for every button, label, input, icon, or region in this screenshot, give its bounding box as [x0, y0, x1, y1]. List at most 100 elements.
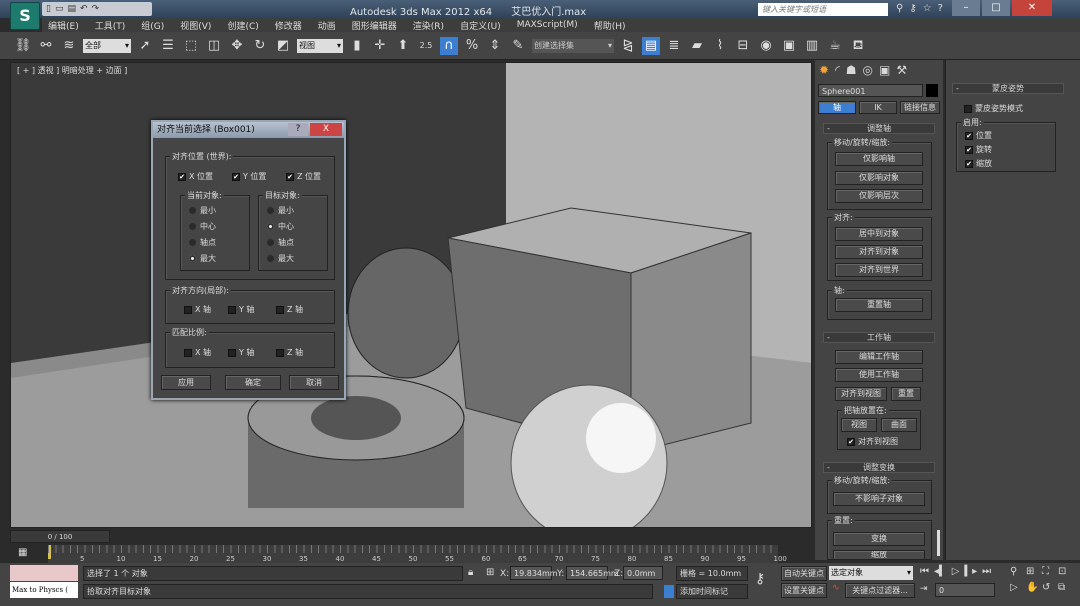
panel-scrollbar[interactable]: [937, 530, 940, 556]
close-button[interactable]: ✕: [1012, 0, 1052, 16]
select-by-name-icon[interactable]: ☰: [159, 37, 177, 55]
rollout-adjust-pivot[interactable]: - 调整轴: [823, 123, 935, 134]
place-view-button[interactable]: 视图: [841, 418, 877, 432]
zoom-icon[interactable]: ⚲: [1010, 566, 1026, 577]
dont-affect-children-button[interactable]: 不影响子对象: [833, 492, 925, 506]
minimize-button[interactable]: –: [952, 0, 980, 16]
key-mode-dropdown[interactable]: 选定对象: [829, 566, 913, 580]
center-to-object-button[interactable]: 居中到对象: [835, 227, 923, 241]
reset-working-pivot-button[interactable]: 重置: [891, 387, 921, 401]
current-max-radio[interactable]: 最大: [189, 253, 216, 264]
maximize-button[interactable]: □: [982, 0, 1010, 16]
tab-link-info[interactable]: 链接信息: [900, 101, 940, 114]
fov-icon[interactable]: ▷: [1010, 582, 1026, 593]
menu-create[interactable]: 创建(C): [227, 19, 258, 32]
bind-spacewarp-icon[interactable]: ≋: [60, 37, 78, 55]
align-to-object-button[interactable]: 对齐到对象: [835, 245, 923, 259]
timeline-ruler[interactable]: 5 10 15 20 25 30 35 40 45 50 55 60 65 70 75 80 85 90 95 100: [48, 545, 787, 563]
open-icon[interactable]: ▭: [55, 4, 64, 14]
favorites-icon[interactable]: ☆: [923, 3, 932, 14]
angle-snap-icon[interactable]: ∩: [440, 36, 458, 55]
scale-icon[interactable]: ◩: [274, 37, 292, 55]
rect-selection-icon[interactable]: ⬚: [182, 37, 200, 55]
z-coordinate[interactable]: 0.0mm: [623, 566, 663, 580]
schematic-view-icon[interactable]: ⊟: [734, 37, 752, 55]
prev-frame-icon[interactable]: ◂▍: [934, 566, 947, 577]
percent-snap-icon[interactable]: %: [463, 37, 481, 55]
reset-scale-button[interactable]: 缩放: [833, 550, 925, 560]
menu-animation[interactable]: 动画: [318, 19, 336, 32]
target-pivot-radio[interactable]: 轴点: [267, 237, 294, 248]
menu-customize[interactable]: 自定义(U): [460, 19, 501, 32]
pan-icon[interactable]: ✋: [1026, 582, 1042, 593]
zoom-extents-icon[interactable]: ⛶: [1042, 566, 1058, 577]
scale-checkbox[interactable]: ✔ 缩放: [965, 158, 992, 169]
object-color-swatch[interactable]: [926, 84, 938, 97]
edit-named-selection-icon[interactable]: ✎: [509, 37, 527, 55]
material-editor-icon[interactable]: ◉: [757, 37, 775, 55]
play-icon[interactable]: ▷: [952, 566, 960, 577]
layer-manager-icon[interactable]: ≣: [665, 37, 683, 55]
next-frame-icon[interactable]: ▍▸: [964, 566, 977, 577]
render-setup-icon[interactable]: ▣: [780, 37, 798, 55]
orient-x-checkbox[interactable]: X 轴: [184, 304, 211, 315]
menu-edit[interactable]: 编辑(E): [48, 19, 79, 32]
apply-button[interactable]: 应用: [161, 375, 211, 390]
rollout-adjust-transform[interactable]: - 调整变换: [823, 462, 935, 473]
utilities-tab-icon[interactable]: ⚒: [896, 63, 907, 77]
target-max-radio[interactable]: 最大: [267, 253, 294, 264]
display-tab-icon[interactable]: ▣: [879, 63, 890, 77]
time-slider[interactable]: 0 / 100: [10, 530, 110, 543]
select-manipulate-icon[interactable]: ✛: [371, 37, 389, 55]
menu-group[interactable]: 组(G): [141, 19, 164, 32]
render-icon[interactable]: ☕: [826, 37, 844, 55]
save-icon[interactable]: ▤: [67, 4, 76, 14]
help-button[interactable]: ?: [288, 123, 308, 136]
search-input[interactable]: 键入关键字或短语: [758, 3, 888, 16]
graphite-icon[interactable]: ▰: [688, 37, 706, 55]
align-to-view-checkbox[interactable]: ✔ 对齐到视图: [847, 436, 898, 447]
pivot-center-icon[interactable]: ▮: [348, 37, 366, 55]
link-icon[interactable]: ⛓: [14, 37, 32, 55]
x-coordinate[interactable]: 19.834mm: [510, 566, 558, 580]
window-crossing-icon[interactable]: ◫: [205, 37, 223, 55]
lock-icon[interactable]: 🔒︎: [468, 567, 473, 578]
rollout-skin-pose[interactable]: - 蒙皮姿势: [952, 83, 1064, 94]
render-iterative-icon[interactable]: ⛾: [849, 37, 867, 55]
auto-key-button[interactable]: 自动关键点: [781, 566, 827, 581]
position-checkbox[interactable]: ✔ 位置: [965, 130, 992, 141]
snaps-toggle[interactable]: 2.5: [417, 37, 435, 55]
current-min-radio[interactable]: 最小: [189, 205, 216, 216]
mini-curve-editor-icon[interactable]: ▦: [18, 547, 27, 558]
motion-tab-icon[interactable]: ◎: [862, 63, 872, 77]
zoom-extents-all-icon[interactable]: ⊡: [1058, 566, 1074, 577]
go-to-end-icon[interactable]: ⏭: [982, 566, 991, 577]
keyboard-shortcut-icon[interactable]: ⬆: [394, 37, 412, 55]
set-key-icon[interactable]: ⚷: [755, 571, 765, 587]
go-to-start-icon[interactable]: ⏮: [920, 566, 929, 577]
menu-rendering[interactable]: 渲染(R): [413, 19, 444, 32]
create-tab-icon[interactable]: ✹: [819, 63, 829, 77]
menu-tools[interactable]: 工具(T): [95, 19, 126, 32]
selection-filter-dropdown[interactable]: 全部: [83, 38, 131, 53]
object-name-field[interactable]: Sphere001: [818, 84, 923, 97]
rotation-checkbox[interactable]: ✔ 旋转: [965, 144, 992, 155]
menu-views[interactable]: 视图(V): [180, 19, 211, 32]
tab-ik[interactable]: IK: [859, 101, 897, 114]
spinner-snap-icon[interactable]: ⇕: [486, 37, 504, 55]
key-icon[interactable]: ⚷: [909, 3, 916, 14]
y-coordinate[interactable]: 154.665mm: [566, 566, 619, 580]
z-position-checkbox[interactable]: ✔ Z 位置: [286, 171, 321, 182]
scale-y-checkbox[interactable]: Y 轴: [228, 347, 254, 358]
reset-pivot-button[interactable]: 重置轴: [835, 298, 923, 312]
select-object-icon[interactable]: ➚: [136, 37, 154, 55]
mirror-icon[interactable]: ⧎: [619, 37, 637, 55]
menu-maxscript[interactable]: MAXScript(M): [517, 20, 578, 30]
quick-access-toolbar[interactable]: ▯ ▭ ▤ ↶ ↷: [42, 2, 152, 16]
tab-pivot[interactable]: 轴: [818, 101, 856, 114]
current-center-radio[interactable]: 中心: [189, 221, 216, 232]
dialog-close-button[interactable]: X: [310, 123, 342, 136]
app-logo[interactable]: S: [10, 2, 40, 30]
undo-icon[interactable]: ↶: [80, 4, 88, 14]
affect-hierarchy-only-button[interactable]: 仅影响层次: [835, 189, 923, 203]
